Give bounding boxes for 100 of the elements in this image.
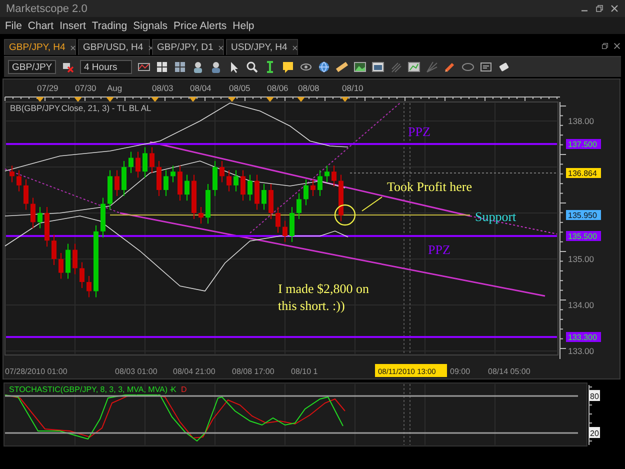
note-icon[interactable] [282,61,294,73]
candle [318,170,322,196]
candle [226,170,232,192]
chart-annotation: Support [475,209,516,224]
highlight-circle [334,204,356,226]
time-label: 08/14 05:00 [488,367,530,376]
leader-line [362,196,382,212]
eye-icon[interactable] [300,61,312,73]
picture-icon[interactable] [354,61,366,73]
candle [72,243,78,275]
time-label: 07/28/2010 01:00 [5,367,68,376]
candle [240,170,246,202]
candle [192,174,196,220]
candle [150,146,154,174]
date-label: 08/05 [229,83,250,93]
price-marker: 135.950 [566,210,601,220]
candle [100,197,106,238]
fan-icon[interactable] [426,61,438,73]
date-label: 08/08 [298,83,320,93]
candle [24,178,28,210]
candle [170,165,176,183]
restore-icon[interactable] [601,42,609,50]
date-label: Aug [107,83,122,93]
menu-item[interactable]: Chart [28,20,54,32]
chart-annotation: PPZ [408,124,430,139]
candle [290,206,294,242]
grid-icon[interactable] [174,61,186,73]
menu-item[interactable]: Trading [92,20,128,32]
chart-tab[interactable]: GBP/JPY, D1 [152,39,224,55]
candle [38,206,42,229]
window-title: Marketscope 2.0 [6,2,88,14]
magnifier-icon[interactable] [246,61,258,73]
stochastic-label: STOCHASTIC(GBP/JPY, 8, 3, 3, MVA, MVA) - [9,385,172,394]
candle [136,151,140,178]
menu-item[interactable]: Price Alerts [174,20,227,32]
d-legend: D [181,385,187,394]
candle [16,170,22,192]
chart-tab[interactable]: GBP/USD, H4 [78,39,150,55]
candle [282,220,288,242]
candle [178,165,182,202]
candle [296,192,302,220]
close-icon[interactable] [610,4,619,13]
candle [66,243,70,280]
price-tick-label: 134.00 [568,300,594,310]
cursor-icon[interactable] [228,61,240,73]
chart-tab[interactable]: GBP/JPY, H4 [4,39,76,55]
person-icon[interactable] [210,61,222,73]
candle [220,160,224,183]
candle [58,252,64,280]
ellipse-icon[interactable] [462,61,474,73]
menu-item[interactable]: Help [232,20,254,32]
candle [156,160,162,196]
grid-icon[interactable] [156,61,168,73]
indicator-label: BB(GBP/JPY.Close, 21, 3) - TL BL AL [10,103,152,113]
price-marker: 136.864 [566,168,601,178]
candle [212,160,218,196]
date-label: 07/30 [75,83,96,93]
candle [114,170,120,196]
candle [128,151,134,174]
date-label: 08/06 [267,83,288,93]
date-label: 08/03 [152,83,174,93]
cursor-line [404,384,410,446]
chart-annotation: Took Profit here [387,179,472,194]
person-icon[interactable] [192,61,204,73]
globe-icon[interactable] [318,61,330,73]
chart-tab[interactable]: USD/JPY, H4 [226,39,298,55]
close-icon[interactable] [613,42,621,50]
chart-icon[interactable] [408,61,420,73]
candle [122,160,126,196]
candle [164,170,168,196]
level-label: 20 [589,427,600,438]
candle [310,178,316,196]
candle [44,206,50,248]
close-icon[interactable] [217,44,226,52]
restore-icon[interactable] [595,4,604,13]
price-marker: 135.500 [566,231,601,241]
close-icon[interactable] [69,44,78,52]
time-label: 08/03 01:00 [115,367,158,376]
candle [108,170,112,210]
price-tick-label: 135.00 [568,254,594,264]
symbol-dropdown[interactable]: GBP/JPY [8,60,56,74]
window-icon[interactable] [372,61,384,73]
candle [304,178,308,206]
time-label: 08/10 1 [291,367,318,376]
menu-item[interactable]: Signals [133,20,168,32]
price-marker: 133.300 [566,332,601,342]
menu-item[interactable]: File [5,20,22,32]
time-label: 09:00 [450,367,470,376]
menu-item[interactable]: Insert [60,20,86,32]
candle [80,262,84,288]
text-icon[interactable] [480,61,492,73]
price-tick-label: 133.00 [568,346,594,356]
close-icon[interactable] [291,44,300,52]
candle [262,184,266,210]
line-chart-icon[interactable] [138,61,150,73]
candle [276,206,280,234]
candle [198,206,204,224]
candle [142,146,148,178]
timeframe-dropdown[interactable]: 4 Hours [80,60,132,74]
pencil-icon[interactable] [444,61,456,73]
